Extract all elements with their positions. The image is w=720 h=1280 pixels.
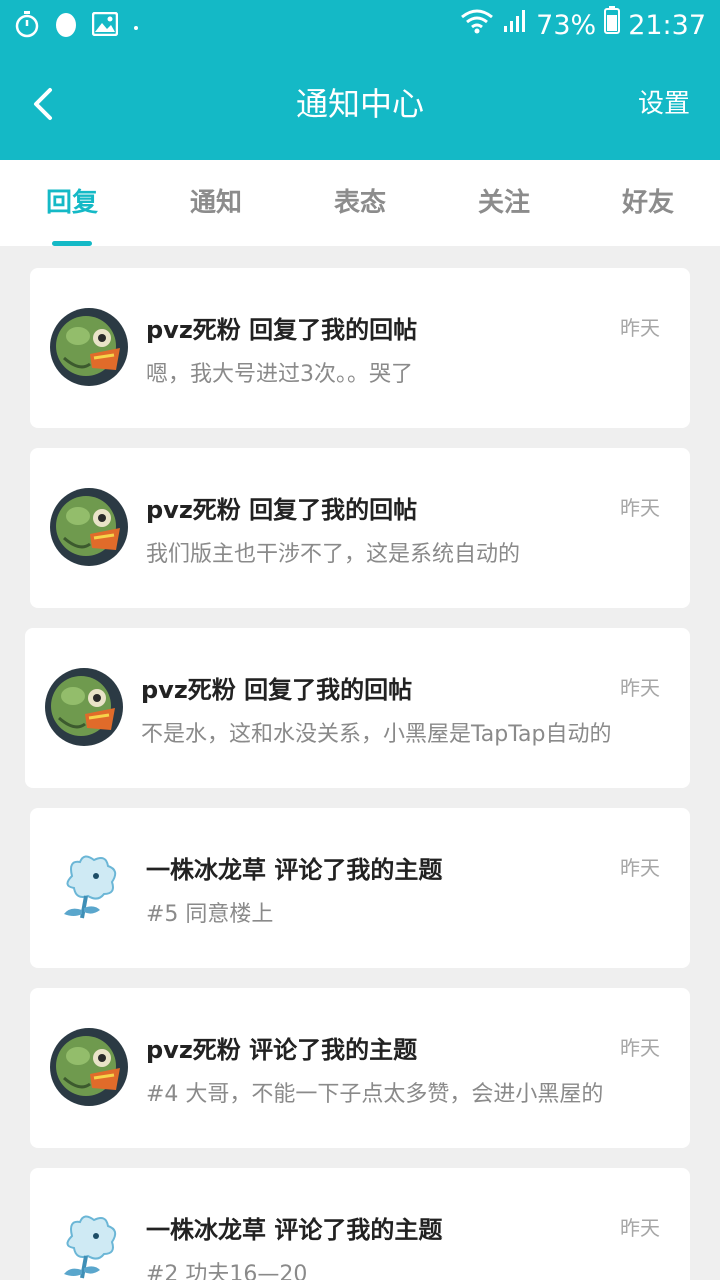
notification-item[interactable]: pvz死粉 评论了我的主题 #4 大哥，不能一下子点太多赞，会进小黑屋的 昨天 [30, 988, 690, 1148]
status-bar: 73% 21:37 [0, 0, 720, 50]
avatar[interactable] [50, 1028, 128, 1106]
notification-headline: pvz死粉 回复了我的回帖 [146, 496, 418, 524]
notification-time: 昨天 [620, 1036, 660, 1060]
notification-headline: 一株冰龙草 评论了我的主题 [146, 856, 443, 884]
battery-percent: 73% [536, 9, 597, 41]
notification-item[interactable]: pvz死粉 回复了我的回帖 嗯，我大号进过3次。。哭了 昨天 [30, 268, 690, 428]
page-title: 通知中心 [295, 85, 424, 123]
notification-item[interactable]: pvz死粉 回复了我的回帖 不是水，这和水没关系，小黑屋是TapTap自动的 昨… [25, 628, 690, 788]
stopwatch-icon [14, 10, 40, 42]
tab-bar: 回复 通知 表态 关注 好友 [0, 160, 720, 246]
avatar[interactable] [50, 1208, 128, 1280]
tab-replies[interactable]: 回复 [0, 160, 144, 246]
notification-headline: pvz死粉 回复了我的回帖 [141, 676, 413, 704]
notification-item[interactable]: 一株冰龙草 评论了我的主题 #5 同意楼上 昨天 [30, 808, 690, 968]
tab-reactions[interactable]: 表态 [288, 160, 432, 246]
notification-headline: pvz死粉 评论了我的主题 [146, 1036, 418, 1064]
notification-time: 昨天 [620, 1216, 660, 1240]
wifi-icon [460, 7, 494, 45]
notification-headline: pvz死粉 回复了我的回帖 [146, 316, 418, 344]
battery-icon [604, 6, 621, 45]
tab-follows[interactable]: 关注 [432, 160, 576, 246]
tab-notices[interactable]: 通知 [144, 160, 288, 246]
clock: 21:37 [628, 9, 706, 41]
zombie-avatar-icon [45, 668, 123, 746]
notification-time: 昨天 [620, 856, 660, 880]
iceplant-avatar-icon [50, 1208, 128, 1280]
notification-time: 昨天 [620, 496, 660, 520]
zombie-avatar-icon [50, 1028, 128, 1106]
app-bar: 通知中心 设置 [0, 50, 720, 160]
notification-preview: #5 同意楼上 [146, 902, 274, 927]
notification-preview: 不是水，这和水没关系，小黑屋是TapTap自动的 [141, 722, 612, 747]
signal-icon [502, 7, 528, 45]
avatar[interactable] [45, 668, 123, 746]
notification-time: 昨天 [620, 316, 660, 340]
avatar[interactable] [50, 848, 128, 926]
dot-icon [132, 17, 140, 36]
notification-headline: 一株冰龙草 评论了我的主题 [146, 1216, 443, 1244]
avatar[interactable] [50, 488, 128, 566]
notification-preview: 嗯，我大号进过3次。。哭了 [146, 362, 413, 387]
zombie-avatar-icon [50, 488, 128, 566]
tab-friends[interactable]: 好友 [576, 160, 720, 246]
notification-time: 昨天 [620, 676, 660, 700]
avatar[interactable] [50, 308, 128, 386]
notification-item[interactable]: pvz死粉 回复了我的回帖 我们版主也干涉不了，这是系统自动的 昨天 [30, 448, 690, 608]
notification-preview: #2 功夫16—20 [146, 1262, 308, 1280]
qq-icon [54, 10, 78, 42]
zombie-avatar-icon [50, 308, 128, 386]
notification-item[interactable]: 一株冰龙草 评论了我的主题 #2 功夫16—20 昨天 [30, 1168, 690, 1280]
image-icon [91, 11, 119, 40]
notification-preview: #4 大哥，不能一下子点太多赞，会进小黑屋的 [146, 1082, 604, 1107]
notification-preview: 我们版主也干涉不了，这是系统自动的 [146, 542, 521, 567]
settings-button[interactable]: 设置 [638, 86, 690, 122]
iceplant-avatar-icon [50, 848, 128, 926]
